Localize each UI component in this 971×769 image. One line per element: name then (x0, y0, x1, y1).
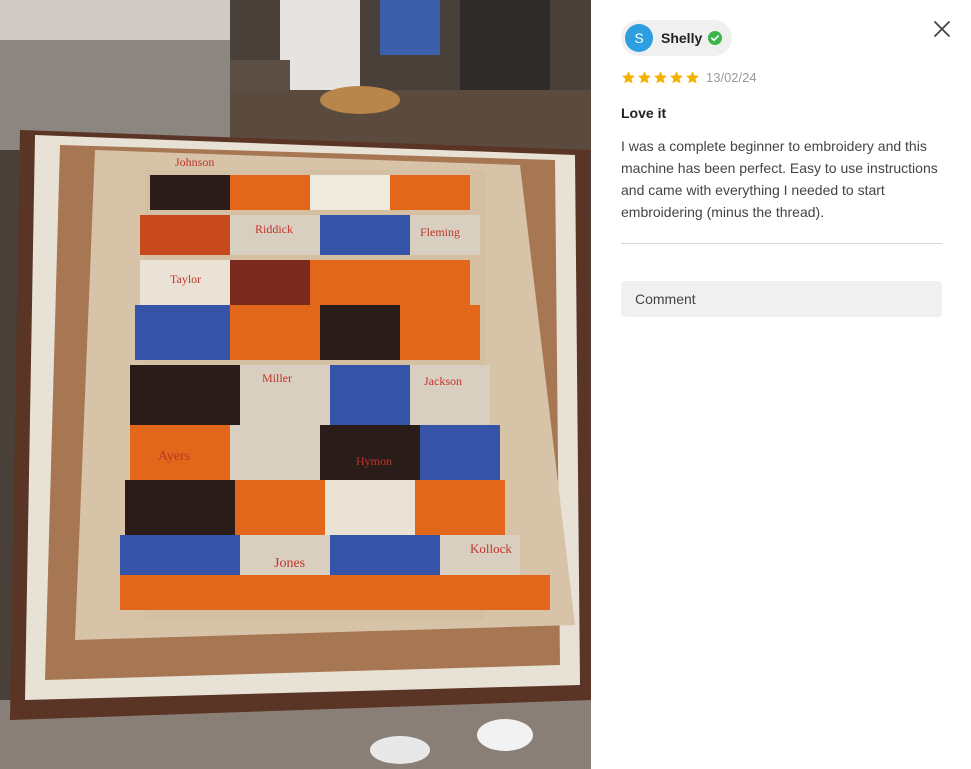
quilt-name: Jones (274, 556, 305, 571)
rating-row: 13/02/24 (621, 70, 941, 85)
verified-check-icon (708, 31, 723, 45)
quilt-name: Hymon (356, 454, 392, 468)
star-icon (654, 71, 667, 84)
author-name: Shelly (661, 30, 703, 46)
quilt-name: Taylor (170, 272, 201, 286)
star-icon (686, 71, 699, 84)
review-title: Love it (621, 105, 667, 121)
review-photo: Johnson Riddick Fleming Taylor Miller Ja… (0, 0, 591, 769)
review-author-chip: S Shelly (621, 20, 733, 56)
review-body: I was a complete beginner to embroidery … (621, 138, 938, 220)
review-detail-panel: S Shelly 13/02/24 Love it I was a comple… (591, 0, 971, 769)
quilt-name: Johnson (175, 155, 214, 169)
review-modal: Johnson Riddick Fleming Taylor Miller Ja… (0, 0, 971, 769)
review-date: 13/02/24 (706, 70, 757, 85)
star-icon (670, 71, 683, 84)
star-icon (622, 71, 635, 84)
quilt-name: Ayers (158, 449, 190, 464)
comment-label: Comment (635, 291, 696, 307)
star-rating (621, 70, 700, 85)
avatar: S (625, 24, 653, 52)
quilt-photo-image: Johnson Riddick Fleming Taylor Miller Ja… (0, 0, 591, 769)
quilt-name: Fleming (420, 225, 460, 239)
comment-button[interactable]: Comment (621, 281, 942, 317)
close-icon[interactable] (931, 18, 953, 40)
quilt-name: Jackson (424, 374, 462, 388)
quilt-name: Riddick (255, 222, 293, 236)
divider (621, 243, 942, 244)
quilt-name: Kollock (470, 541, 512, 556)
star-icon (638, 71, 651, 84)
quilt-name: Miller (262, 371, 292, 385)
